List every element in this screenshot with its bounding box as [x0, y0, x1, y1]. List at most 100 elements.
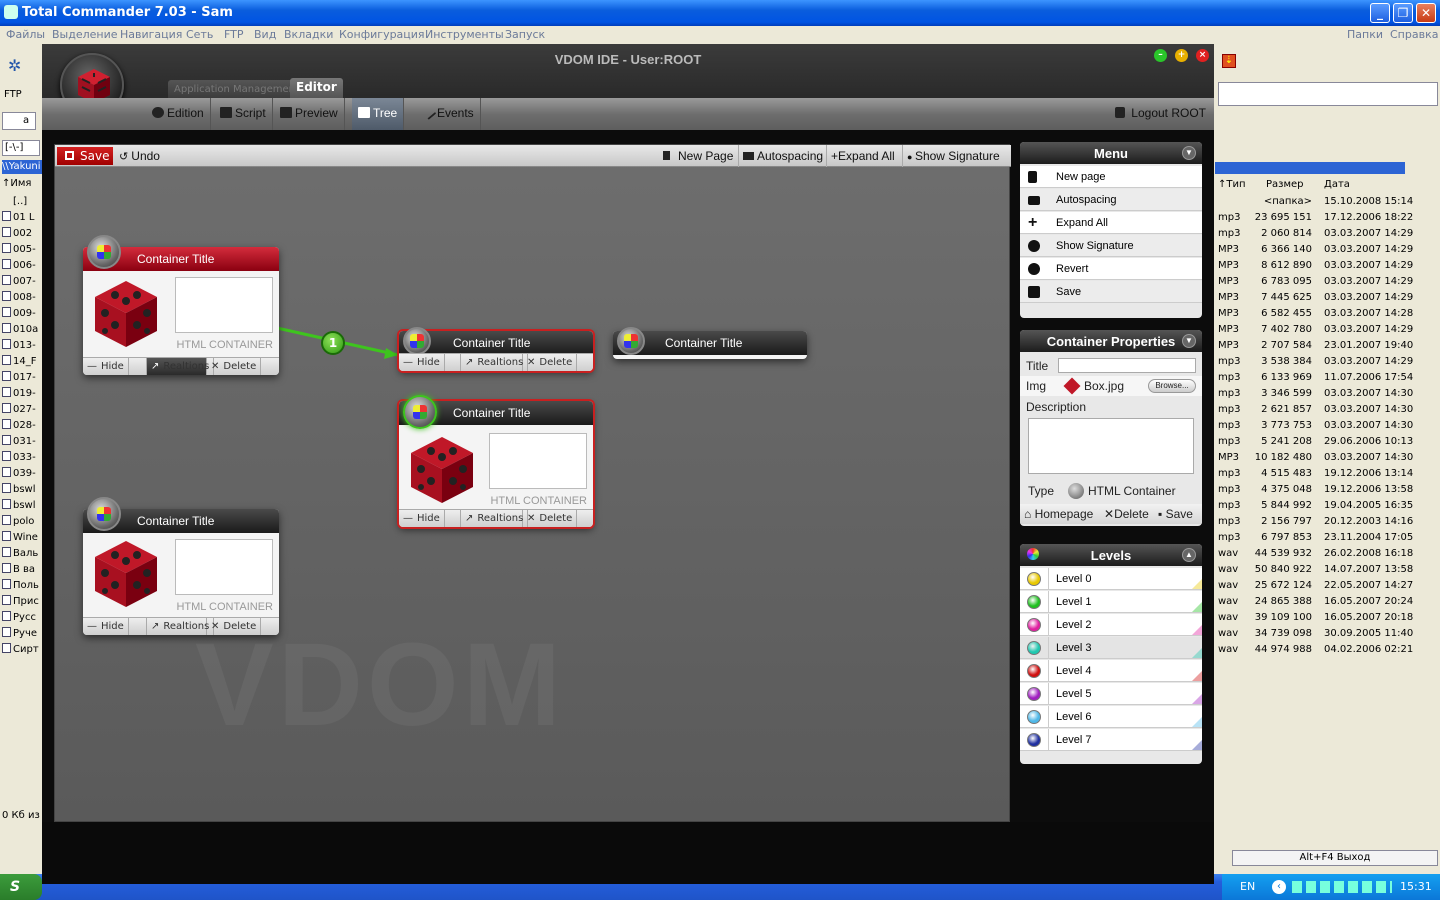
list-item[interactable]: 006- — [2, 258, 42, 274]
list-item[interactable]: bswl — [2, 498, 42, 514]
list-item[interactable]: В ва — [2, 562, 42, 578]
list-item[interactable]: 009- — [2, 306, 42, 322]
hide-button[interactable]: — Hide — [399, 510, 461, 527]
homepage-button[interactable]: ⌂ Homepage — [1024, 504, 1093, 524]
table-row[interactable]: MP3 10 182 480 03.03.2007 14:30 — [1214, 450, 1440, 466]
table-row[interactable]: mp3 2 156 797 20.12.2003 14:16 — [1214, 514, 1440, 530]
chevron-down-icon[interactable]: ▼ — [1182, 334, 1196, 348]
edition-button[interactable]: Edition — [146, 98, 211, 130]
menu-item-show-signature[interactable]: Show Signature — [1020, 235, 1202, 257]
list-item[interactable]: bswl — [2, 482, 42, 498]
menu-item-autospacing[interactable]: Autospacing — [1020, 189, 1202, 211]
table-row[interactable]: mp3 4 515 483 19.12.2006 13:14 — [1214, 466, 1440, 482]
relations-button[interactable]: ↗ Realtions — [461, 354, 529, 371]
list-item[interactable]: 013- — [2, 338, 42, 354]
name-column-header[interactable]: ↑Имя — [2, 178, 31, 189]
container-node[interactable]: Container Title — [613, 327, 807, 359]
level-item[interactable]: Level 0 — [1020, 568, 1202, 590]
table-row[interactable]: mp3 3 346 599 03.03.2007 14:30 — [1214, 386, 1440, 402]
table-row[interactable]: wav 34 739 098 30.09.2005 11:40 — [1214, 626, 1440, 642]
events-button[interactable]: Events — [418, 98, 481, 130]
hide-button[interactable]: — Hide — [399, 354, 461, 371]
level-item[interactable]: Level 2 — [1020, 614, 1202, 636]
list-item[interactable]: 028- — [2, 418, 42, 434]
date-column-header[interactable]: Дата — [1324, 179, 1350, 190]
menu-item-selection[interactable]: Выделение — [52, 26, 118, 44]
menu-item-help[interactable]: Справка — [1390, 26, 1438, 44]
menu-item-tools[interactable]: Инструменты — [425, 26, 504, 44]
list-item[interactable]: 017- — [2, 370, 42, 386]
browse-button[interactable]: Browse... — [1148, 379, 1196, 393]
table-row[interactable]: wav 50 840 922 14.07.2007 13:58 — [1214, 562, 1440, 578]
tree-canvas[interactable]: Save ↺ Undo New Page Autospacing +Expand… — [54, 144, 1011, 822]
table-row[interactable]: MP3 7 402 780 03.03.2007 14:29 — [1214, 322, 1440, 338]
table-row[interactable]: wav 44 539 932 26.02.2008 16:18 — [1214, 546, 1440, 562]
menu-item-net[interactable]: Сеть — [186, 26, 213, 44]
tree-button[interactable]: Tree — [352, 98, 405, 130]
table-row[interactable]: MP3 2 707 584 23.01.2007 19:40 — [1214, 338, 1440, 354]
relation-badge[interactable]: 1 — [321, 331, 345, 355]
menu-item-folders[interactable]: Папки — [1347, 26, 1383, 44]
list-item[interactable]: Валь — [2, 546, 42, 562]
menu-item-files[interactable]: Файлы — [6, 26, 45, 44]
list-item[interactable]: 033- — [2, 450, 42, 466]
list-item[interactable]: Руче — [2, 626, 42, 642]
menu-item-save[interactable]: Save — [1020, 281, 1202, 303]
ftp-address-field[interactable] — [1218, 82, 1438, 106]
menu-item-view[interactable]: Вид — [254, 26, 276, 44]
table-row[interactable]: MP3 8 612 890 03.03.2007 14:29 — [1214, 258, 1440, 274]
menu-item-tabs[interactable]: Вкладки — [284, 26, 333, 44]
tab-editor[interactable]: Editor — [290, 78, 343, 98]
delete-button[interactable]: ✕ Delete — [523, 510, 579, 527]
ide-close-icon[interactable]: × — [1196, 49, 1209, 62]
container-node[interactable]: Container Title HTML CONTAINER — Hide ↗ … — [399, 395, 593, 527]
table-row[interactable]: mp3 2 060 814 03.03.2007 14:29 — [1214, 226, 1440, 242]
table-row[interactable]: wav 39 109 100 16.05.2007 20:18 — [1214, 610, 1440, 626]
list-item[interactable]: 01 L — [2, 210, 42, 226]
chevron-up-icon[interactable]: ▲ — [1182, 548, 1196, 562]
list-item[interactable]: 007- — [2, 274, 42, 290]
list-item[interactable]: Сирт — [2, 642, 42, 658]
description-textarea[interactable] — [1028, 418, 1194, 474]
level-item[interactable]: Level 3 — [1020, 637, 1202, 659]
right-path-bar[interactable] — [1215, 162, 1405, 174]
table-row[interactable]: mp3 2 621 857 03.03.2007 14:30 — [1214, 402, 1440, 418]
level-item[interactable]: Level 4 — [1020, 660, 1202, 682]
hide-button[interactable]: — Hide — [83, 618, 147, 635]
gear-icon[interactable]: ✲ — [8, 56, 21, 75]
start-button[interactable]: S — [0, 874, 42, 900]
drive-button[interactable]: a — [2, 112, 36, 130]
delete-button[interactable]: ✕ Delete — [207, 358, 263, 375]
hide-button[interactable]: — Hide — [83, 358, 147, 375]
size-column-header[interactable]: Размер — [1266, 179, 1304, 190]
list-item[interactable]: [..] — [2, 194, 42, 210]
menu-item-ftp[interactable]: FTP — [224, 26, 244, 44]
level-item[interactable]: Level 1 — [1020, 591, 1202, 613]
list-item[interactable]: Прис — [2, 594, 42, 610]
close-icon[interactable]: ✕ — [1416, 3, 1436, 23]
list-item[interactable]: polo — [2, 514, 42, 530]
list-item[interactable]: 027- — [2, 402, 42, 418]
level-item[interactable]: Level 5 — [1020, 683, 1202, 705]
table-row[interactable]: mp3 4 375 048 19.12.2006 13:58 — [1214, 482, 1440, 498]
list-item[interactable]: 019- — [2, 386, 42, 402]
tray-expand-icon[interactable]: ‹ — [1272, 880, 1286, 894]
title-input[interactable] — [1058, 358, 1196, 373]
list-item[interactable]: Поль — [2, 578, 42, 594]
table-row[interactable]: MP3 6 783 095 03.03.2007 14:29 — [1214, 274, 1440, 290]
restore-icon[interactable]: ❐ — [1393, 3, 1413, 23]
table-row[interactable]: mp3 3 538 384 03.03.2007 14:29 — [1214, 354, 1440, 370]
container-node-icon[interactable] — [87, 235, 121, 269]
table-row[interactable]: mp3 23 695 151 17.12.2006 18:22 — [1214, 210, 1440, 226]
script-button[interactable]: Script — [214, 98, 273, 130]
list-item[interactable]: 005- — [2, 242, 42, 258]
table-row[interactable]: <папка> 15.10.2008 15:14 — [1214, 194, 1440, 210]
container-node-icon[interactable] — [87, 497, 121, 531]
ide-minimize-icon[interactable]: – — [1154, 49, 1167, 62]
save-button[interactable]: ▪ Save — [1158, 504, 1193, 524]
table-row[interactable]: wav 44 974 988 04.02.2006 02:21 — [1214, 642, 1440, 658]
table-row[interactable]: mp3 6 797 853 23.11.2004 17:05 — [1214, 530, 1440, 546]
table-row[interactable]: mp3 6 133 969 11.07.2006 17:54 — [1214, 370, 1440, 386]
exit-button[interactable]: Alt+F4 Выход — [1232, 850, 1438, 866]
minimize-icon[interactable]: _ — [1370, 3, 1390, 23]
